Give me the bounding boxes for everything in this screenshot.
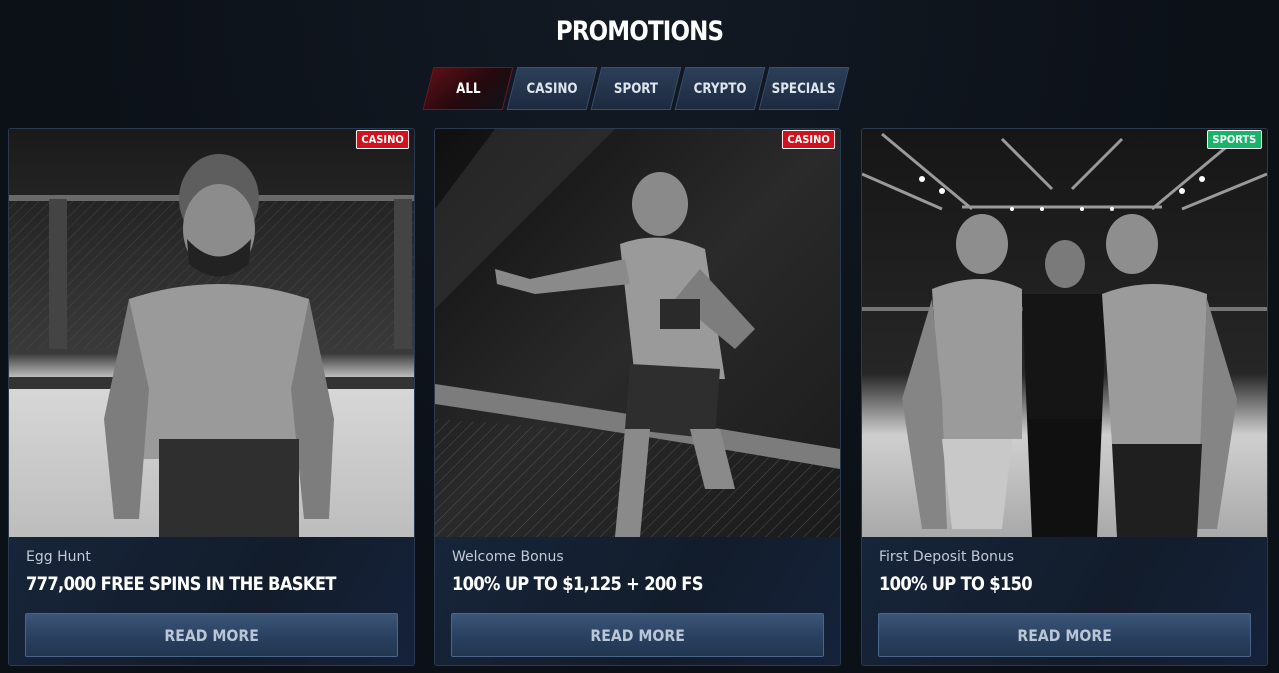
category-badge: CASINO bbox=[781, 130, 836, 149]
promo-card-first-deposit: SPORTS First Deposit Bonus 100% UP TO $1… bbox=[861, 128, 1268, 666]
tab-casino-label: CASINO bbox=[526, 80, 578, 97]
promotions-filter-tabs: ALL CASINO SPORT CRYPTO SPECIALS bbox=[428, 67, 848, 110]
promo-title: 100% UP TO $150 bbox=[879, 573, 1033, 595]
promo-image-fighter-on-cage[interactable]: CASINO bbox=[435, 129, 840, 537]
category-badge: CASINO bbox=[355, 130, 410, 149]
promo-subtitle: First Deposit Bonus bbox=[879, 549, 1015, 565]
fighter-photo-illustration bbox=[435, 129, 840, 537]
promo-card-body: First Deposit Bonus 100% UP TO $150 READ… bbox=[862, 537, 1267, 665]
tab-sport[interactable]: SPORT bbox=[596, 67, 676, 110]
promo-title: 100% UP TO $1,125 + 200 FS bbox=[452, 573, 703, 595]
promo-image-fighter-smiling[interactable]: CASINO bbox=[9, 129, 414, 537]
promo-subtitle: Welcome Bonus bbox=[452, 549, 564, 565]
read-more-label: READ MORE bbox=[164, 625, 259, 645]
read-more-label: READ MORE bbox=[1017, 625, 1112, 645]
tab-specials[interactable]: SPECIALS bbox=[764, 67, 844, 110]
read-more-button[interactable]: READ MORE bbox=[25, 613, 398, 657]
tab-specials-label: SPECIALS bbox=[772, 80, 836, 97]
promo-card-egg-hunt: CASINO Egg Hunt 777,000 FREE SPINS IN TH… bbox=[8, 128, 415, 666]
promo-title: 777,000 FREE SPINS IN THE BASKET bbox=[26, 573, 336, 595]
tab-all[interactable]: ALL bbox=[428, 67, 508, 110]
promo-image-fighters-faceoff[interactable]: SPORTS bbox=[862, 129, 1267, 537]
tab-sport-label: SPORT bbox=[613, 80, 659, 97]
tab-casino[interactable]: CASINO bbox=[512, 67, 592, 110]
fighter-photo-illustration bbox=[862, 129, 1267, 537]
promo-card-body: Egg Hunt 777,000 FREE SPINS IN THE BASKE… bbox=[9, 537, 414, 665]
tab-crypto[interactable]: CRYPTO bbox=[680, 67, 760, 110]
promo-card-body: Welcome Bonus 100% UP TO $1,125 + 200 FS… bbox=[435, 537, 840, 665]
promo-subtitle: Egg Hunt bbox=[26, 549, 91, 565]
page-title: PROMOTIONS bbox=[555, 16, 724, 47]
read-more-label: READ MORE bbox=[590, 625, 685, 645]
promo-card-welcome-bonus: CASINO Welcome Bonus 100% UP TO $1,125 +… bbox=[434, 128, 841, 666]
read-more-button[interactable]: READ MORE bbox=[451, 613, 824, 657]
read-more-button[interactable]: READ MORE bbox=[878, 613, 1251, 657]
category-badge: SPORTS bbox=[1207, 130, 1262, 149]
tab-all-label: ALL bbox=[455, 80, 481, 97]
tab-crypto-label: CRYPTO bbox=[693, 80, 747, 97]
fighter-photo-illustration bbox=[9, 129, 414, 537]
